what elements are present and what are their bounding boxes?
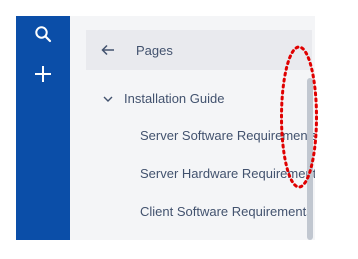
tree-item-installation-guide[interactable]: Installation Guide (70, 87, 310, 111)
scrollbar-thumb[interactable] (307, 78, 313, 240)
search-button[interactable] (16, 16, 70, 52)
tree-item-label: Client Software Requirements (140, 204, 313, 219)
pages-sidebar: Pages Installation Guide Server Software… (70, 16, 315, 240)
chevron-down-icon[interactable] (102, 93, 114, 105)
tree-item-label: Installation Guide (124, 91, 225, 106)
tree-item-server-hardware-requirements[interactable]: Server Hardware Requirements (70, 162, 315, 186)
tree-item-label: Server Hardware Requirements (140, 166, 315, 181)
tree-item-label: Server Software Requirements (140, 128, 315, 143)
sidebar-scrollbar[interactable] (305, 16, 315, 240)
arrow-left-icon[interactable] (101, 43, 115, 57)
pages-label: Pages (136, 43, 173, 58)
search-icon (35, 26, 52, 43)
create-button[interactable] (16, 56, 70, 92)
pages-header[interactable]: Pages (86, 30, 312, 70)
plus-icon (35, 66, 51, 82)
tree-item-server-software-requirements[interactable]: Server Software Requirements (70, 124, 315, 148)
tree-item-client-software-requirements[interactable]: Client Software Requirements (70, 200, 313, 224)
left-rail (16, 16, 70, 240)
